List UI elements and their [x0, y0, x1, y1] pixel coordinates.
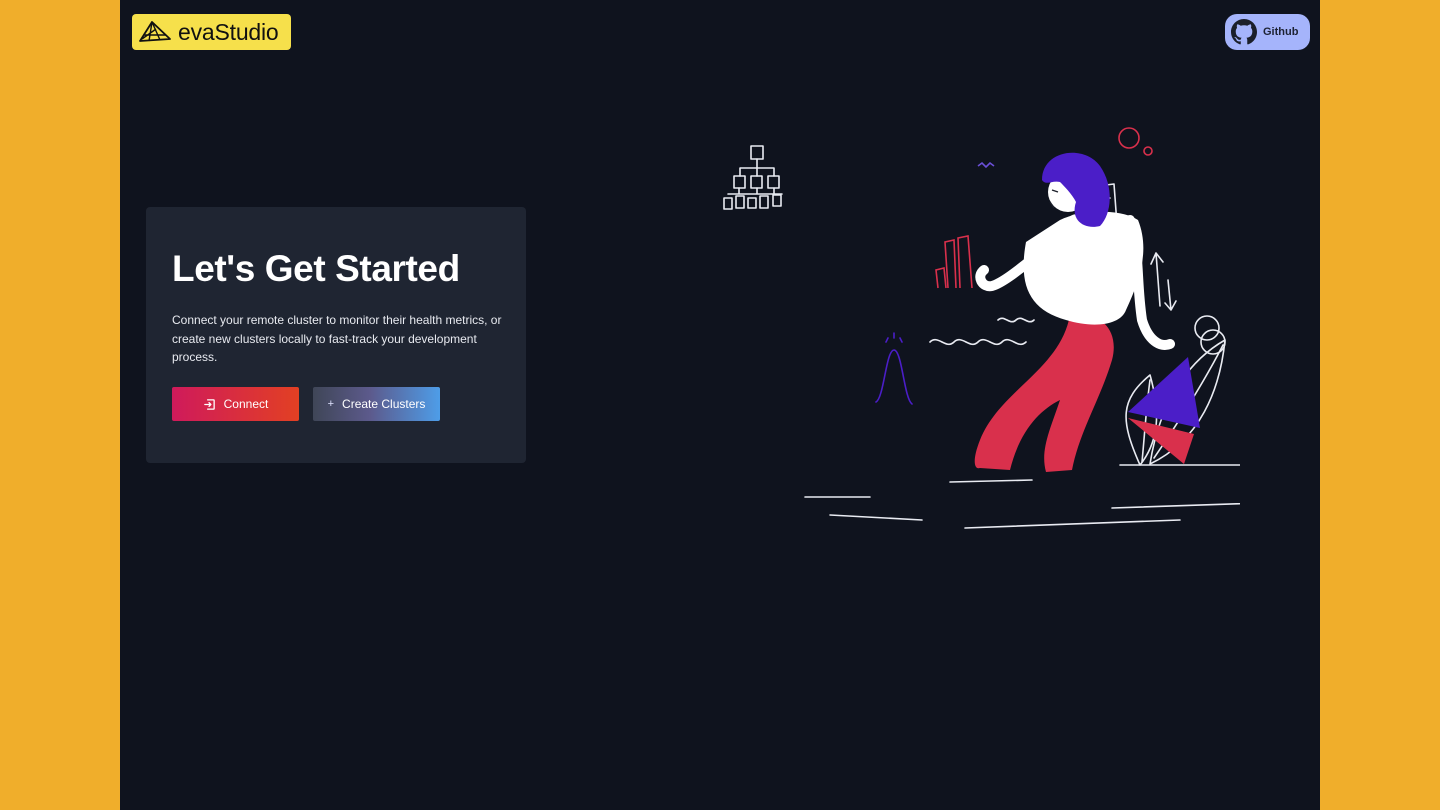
- connect-button[interactable]: Connect: [172, 387, 299, 421]
- plus-icon: +: [327, 398, 335, 410]
- page-title: Let's Get Started: [172, 248, 460, 289]
- brand-logo[interactable]: evaStudio: [132, 14, 291, 50]
- woman-with-charts-illustration: [723, 127, 1240, 529]
- login-icon: [203, 398, 216, 411]
- get-started-card: Let's Get Started Connect your remote cl…: [146, 207, 526, 463]
- action-buttons: Connect + Create Clusters: [172, 387, 440, 421]
- connect-label: Connect: [223, 397, 269, 411]
- tent-logo-icon: [138, 19, 172, 45]
- github-label: Github: [1263, 26, 1299, 38]
- create-clusters-label: Create Clusters: [342, 397, 426, 411]
- hero-description: Connect your remote cluster to monitor t…: [172, 313, 502, 365]
- github-icon: [1231, 19, 1257, 45]
- brand-name: evaStudio: [178, 18, 279, 45]
- github-button[interactable]: Github: [1225, 14, 1310, 50]
- create-clusters-button[interactable]: + Create Clusters: [313, 387, 440, 421]
- app-window: evaStudio Github Let's Get Started Conne…: [120, 0, 1320, 810]
